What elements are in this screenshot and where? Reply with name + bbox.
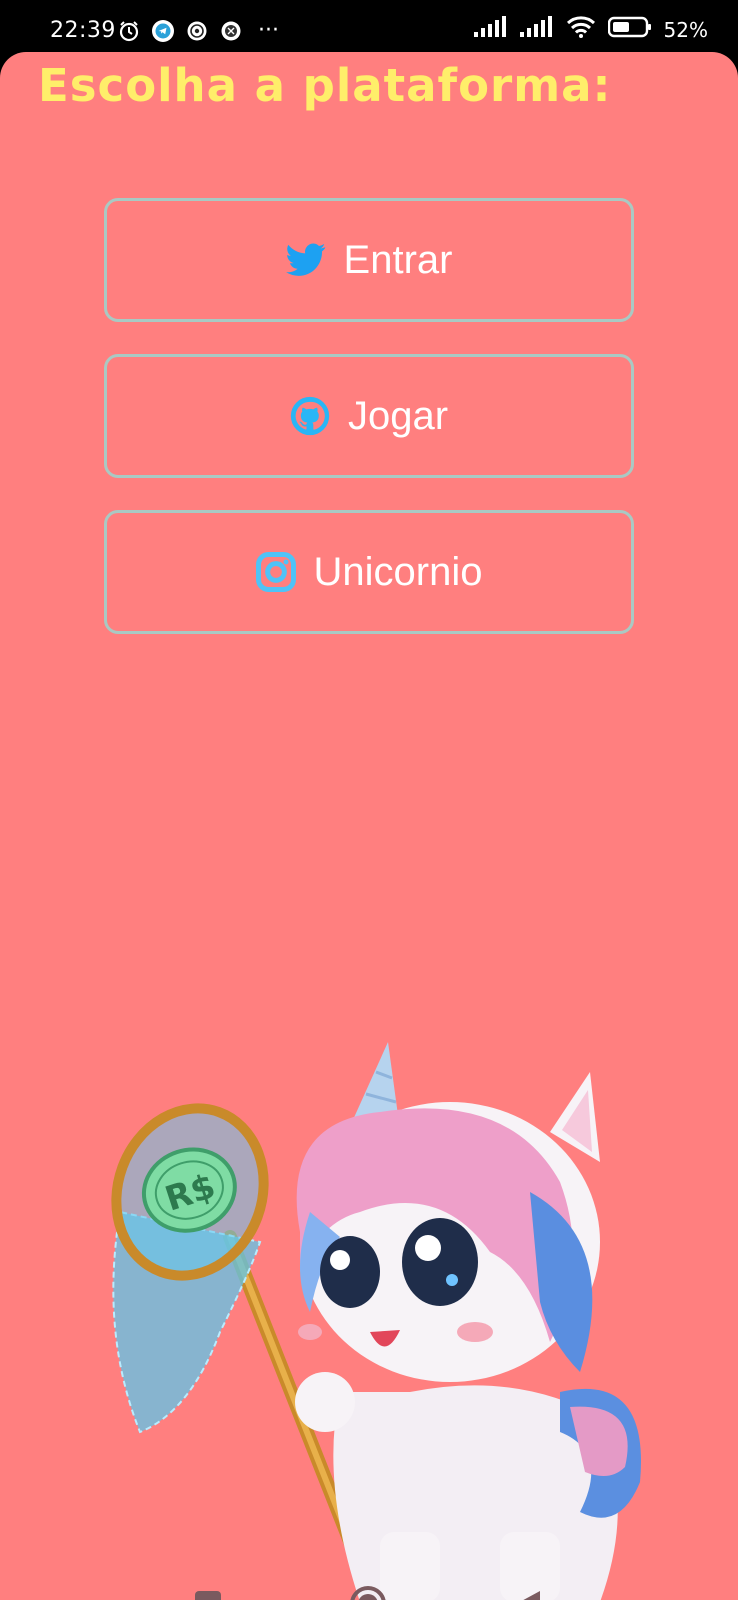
alarm-icon <box>118 20 140 42</box>
unicorn <box>295 1042 641 1600</box>
more-notifications-icon: ··· <box>258 18 279 43</box>
github-icon <box>290 396 330 436</box>
whatsapp-icon <box>186 20 208 42</box>
signal-icon <box>519 16 554 44</box>
battery-icon <box>607 16 652 44</box>
unicornio-label: Unicornio <box>313 549 483 594</box>
signal-icon <box>473 16 508 44</box>
notification-icons: ··· <box>118 18 279 43</box>
status-bar: 22:39 ··· 52% <box>0 0 738 56</box>
back-icon[interactable] <box>508 1584 548 1600</box>
system-icons: 52% <box>473 16 708 44</box>
wifi-icon <box>566 16 596 44</box>
status-time: 22:39 <box>50 18 116 43</box>
unicornio-button[interactable]: Unicornio <box>104 510 634 634</box>
home-icon[interactable] <box>348 1584 388 1600</box>
browser-icon <box>220 20 242 42</box>
recent-apps-icon[interactable] <box>188 1584 228 1600</box>
battery-percentage: 52% <box>663 18 708 42</box>
entrar-label: Entrar <box>343 237 453 282</box>
system-nav-bar <box>0 1562 738 1600</box>
page-title: Escolha a plataforma: <box>38 59 612 112</box>
telegram-icon <box>152 19 174 42</box>
twitter-icon <box>285 240 326 280</box>
unicorn-illustration: R$ <box>111 1042 641 1600</box>
jogar-button[interactable]: Jogar <box>104 354 634 478</box>
jogar-label: Jogar <box>347 393 449 438</box>
instagram-icon <box>255 552 296 592</box>
app-screen: Escolha a plataforma: Entrar Jogar Unico… <box>0 52 738 1600</box>
entrar-button[interactable]: Entrar <box>104 198 634 322</box>
